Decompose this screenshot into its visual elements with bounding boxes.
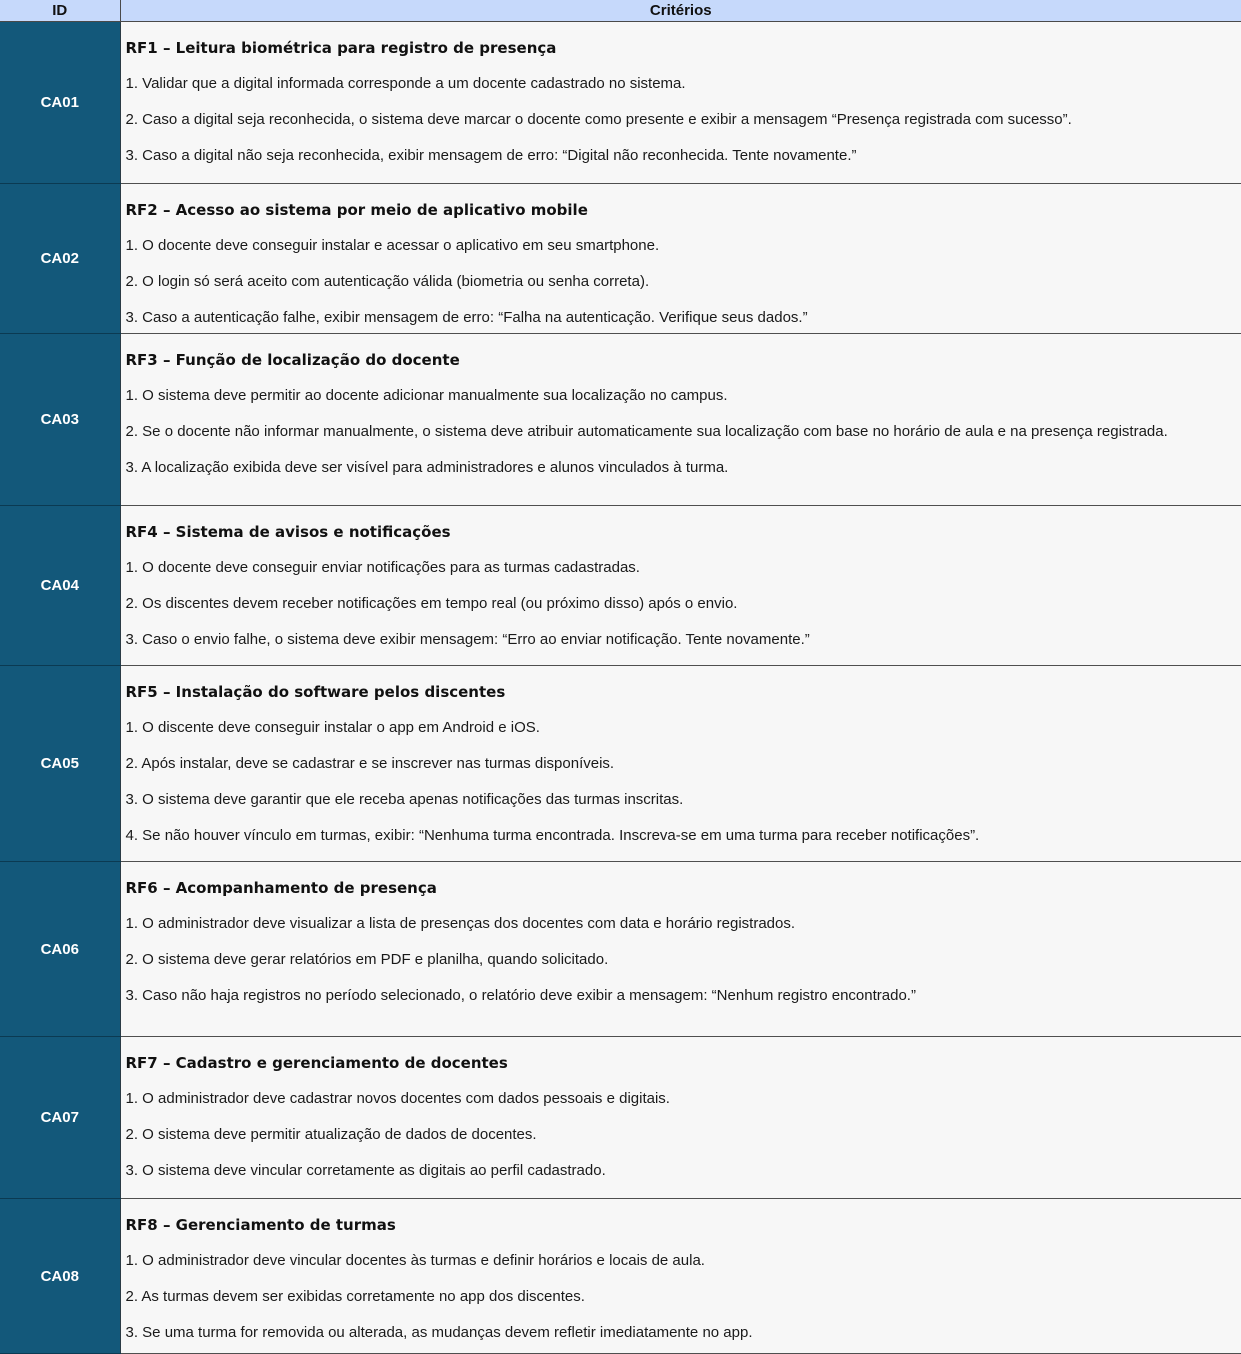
table-row: CA04RF4 – Sistema de avisos e notificaçõ…: [0, 506, 1241, 666]
criteria-id: CA05: [0, 666, 120, 862]
requirement-title: RF7 – Cadastro e gerenciamento de docent…: [126, 1037, 1241, 1073]
criterion-item: 2. O login só será aceito com autenticaç…: [126, 272, 1241, 292]
criterion-item: 3. Caso não haja registros no período se…: [126, 986, 1241, 1006]
criteria-id: CA08: [0, 1199, 120, 1354]
criteria-cell: RF4 – Sistema de avisos e notificações 1.…: [120, 506, 1241, 666]
requirement-title: RF8 – Gerenciamento de turmas: [126, 1199, 1241, 1235]
table-body: CA01RF1 – Leitura biométrica para regist…: [0, 22, 1241, 1354]
criterion-item: 1. O administrador deve vincular docente…: [126, 1251, 1241, 1271]
criterion-item: 2. O sistema deve gerar relatórios em PD…: [126, 950, 1241, 970]
header-row: ID Critérios: [0, 0, 1241, 22]
table-row: CA08RF8 – Gerenciamento de turmas 1. O ad…: [0, 1199, 1241, 1354]
criterion-item: 1. O sistema deve permitir ao docente ad…: [126, 386, 1241, 406]
requirement-title: RF5 – Instalação do software pelos disce…: [126, 666, 1241, 702]
criterion-item: 3. Caso a digital não seja reconhecida, …: [126, 146, 1241, 166]
criterion-item: 3. Se uma turma for removida ou alterada…: [126, 1323, 1241, 1343]
criteria-id: CA01: [0, 22, 120, 184]
criterion-item: 3. Caso o envio falhe, o sistema deve ex…: [126, 630, 1241, 650]
criteria-cell: RF1 – Leitura biométrica para registro d…: [120, 22, 1241, 184]
criteria-cell: RF8 – Gerenciamento de turmas 1. O admini…: [120, 1199, 1241, 1354]
requirement-title: RF6 – Acompanhamento de presença: [126, 862, 1241, 898]
table-row: CA01RF1 – Leitura biométrica para regist…: [0, 22, 1241, 184]
criteria-id: CA02: [0, 184, 120, 334]
criterion-item: 2. As turmas devem ser exibidas corretam…: [126, 1287, 1241, 1307]
criterion-item: 3. O sistema deve garantir que ele receb…: [126, 790, 1241, 810]
table-row: CA07RF7 – Cadastro e gerenciamento de do…: [0, 1037, 1241, 1199]
criteria-id: CA04: [0, 506, 120, 666]
criterion-item: 3. A localização exibida deve ser visíve…: [126, 458, 1241, 478]
id-column-header: ID: [0, 0, 120, 22]
table-row: CA03RF3 – Função de localização do docen…: [0, 334, 1241, 506]
table-row: CA02RF2 – Acesso ao sistema por meio de …: [0, 184, 1241, 334]
criterion-item: 1. O docente deve conseguir instalar e a…: [126, 236, 1241, 256]
requirement-title: RF2 – Acesso ao sistema por meio de apli…: [126, 184, 1241, 220]
requirement-title: RF1 – Leitura biométrica para registro d…: [126, 22, 1241, 58]
criterion-item: 2. O sistema deve permitir atualização d…: [126, 1125, 1241, 1145]
criterion-item: 1. O administrador deve visualizar a lis…: [126, 914, 1241, 934]
criterion-item: 3. Caso a autenticação falhe, exibir men…: [126, 308, 1241, 328]
table-row: CA06RF6 – Acompanhamento de presença 1. O…: [0, 862, 1241, 1037]
criteria-cell: RF2 – Acesso ao sistema por meio de apli…: [120, 184, 1241, 334]
requirement-title: RF4 – Sistema de avisos e notificações: [126, 506, 1241, 542]
criterion-item: 4. Se não houver vínculo em turmas, exib…: [126, 826, 1241, 846]
acceptance-criteria-table: ID Critérios CA01RF1 – Leitura biométric…: [0, 0, 1241, 1354]
criteria-id: CA07: [0, 1037, 120, 1199]
criterion-item: 2. Após instalar, deve se cadastrar e se…: [126, 754, 1241, 774]
criterion-item: 1. O docente deve conseguir enviar notif…: [126, 558, 1241, 578]
criterion-item: 2. Os discentes devem receber notificaçõ…: [126, 594, 1241, 614]
requirement-title: RF3 – Função de localização do docente: [126, 334, 1241, 370]
criterion-item: 1. O discente deve conseguir instalar o …: [126, 718, 1241, 738]
criterion-item: 2. Se o docente não informar manualmente…: [126, 422, 1241, 442]
criterion-item: 1. O administrador deve cadastrar novos …: [126, 1089, 1241, 1109]
criteria-id: CA06: [0, 862, 120, 1037]
table-row: CA05RF5 – Instalação do software pelos d…: [0, 666, 1241, 862]
criteria-cell: RF6 – Acompanhamento de presença 1. O adm…: [120, 862, 1241, 1037]
criterion-item: 1. Validar que a digital informada corre…: [126, 74, 1241, 94]
criteria-cell: RF5 – Instalação do software pelos disce…: [120, 666, 1241, 862]
criterion-item: 2. Caso a digital seja reconhecida, o si…: [126, 110, 1241, 130]
criteria-id: CA03: [0, 334, 120, 506]
criterion-item: 3. O sistema deve vincular corretamente …: [126, 1161, 1241, 1181]
criteria-column-header: Critérios: [120, 0, 1241, 22]
criteria-cell: RF7 – Cadastro e gerenciamento de docent…: [120, 1037, 1241, 1199]
criteria-cell: RF3 – Função de localização do docente 1.…: [120, 334, 1241, 506]
